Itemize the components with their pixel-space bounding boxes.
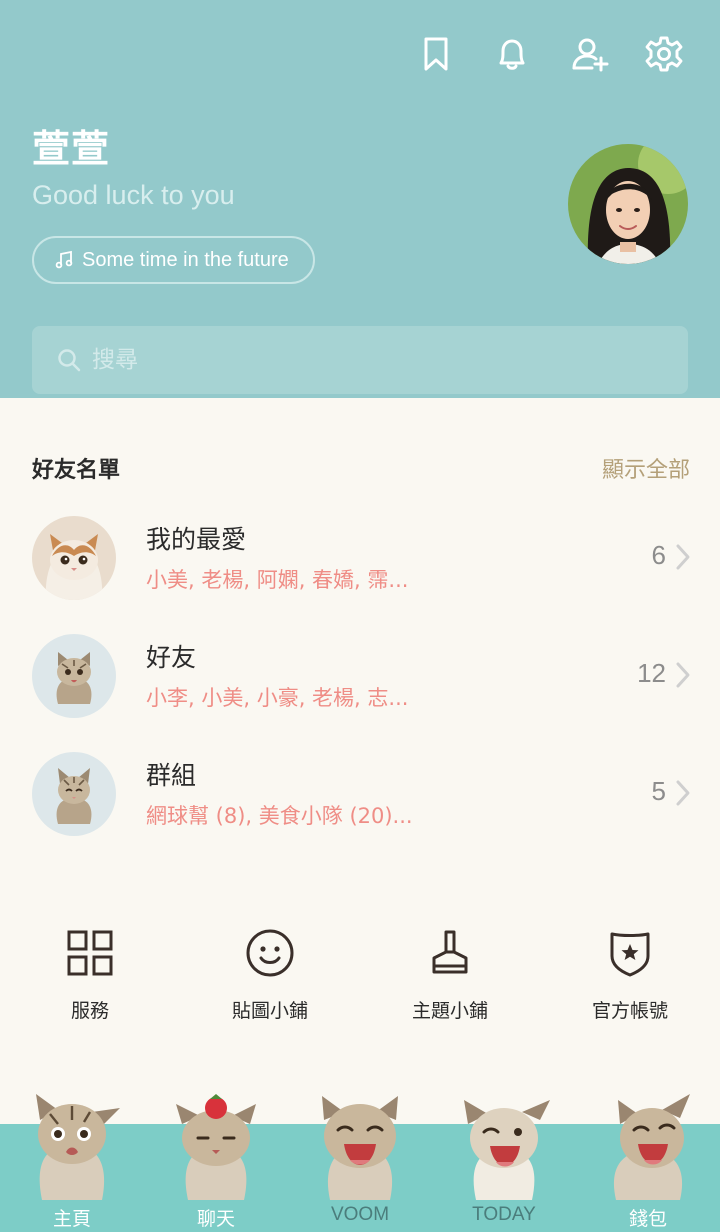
services-button[interactable]: 服務 [0,926,180,1023]
friend-group-friends[interactable]: 好友 小李, 小美, 小豪, 老楊, 志... 12 [0,634,720,734]
friend-group-members: 小美, 老楊, 阿嫻, 春嬌, 霈... [146,568,409,592]
chevron-right-icon [676,662,690,688]
grid-icon [67,930,113,976]
brush-icon [432,930,468,974]
tab-chats[interactable]: 聊天 [144,1090,288,1232]
friend-group-name: 我的最愛 [146,525,247,554]
tab-label: 聊天 [196,1209,235,1230]
profile-music-button[interactable]: Some time in the future [32,236,315,284]
friend-group-count: 12 [637,658,666,688]
friend-group-members: 小李, 小美, 小豪, 老楊, 志... [146,686,409,710]
cat-wallet-icon [613,1094,690,1200]
friend-group-name: 群組 [146,761,197,790]
tab-label: VOOM [330,1204,390,1225]
friend-group-count: 5 [651,776,666,806]
cat-today-icon [464,1100,550,1200]
cat-voom-icon [322,1096,398,1200]
sticker-shop-button[interactable]: 貼圖小鋪 [180,926,360,1023]
service-label: 服務 [70,1000,109,1022]
add-friend-icon[interactable] [566,30,614,78]
chevron-right-icon [676,544,690,570]
status-message[interactable]: Good luck to you [32,180,235,211]
cat-home-icon [36,1094,120,1200]
service-label: 主題小鋪 [411,1000,488,1022]
service-label: 貼圖小鋪 [231,1000,308,1022]
friend-group-name: 好友 [146,643,197,672]
friend-group-favorites[interactable]: 我的最愛 小美, 老楊, 阿嫻, 春嬌, 霈... 6 [0,516,720,616]
favorites-avatar [32,516,116,600]
tab-today[interactable]: TODAY [432,1090,576,1232]
tab-label: 錢包 [628,1209,667,1230]
friend-list-title: 好友名單 [32,458,121,483]
chevron-right-icon [676,780,690,806]
friend-group-members: 網球幫 (8), 美食小隊 (20)... [146,804,413,828]
service-label: 官方帳號 [591,1000,668,1022]
theme-shop-button[interactable]: 主題小鋪 [360,926,540,1023]
search-bar[interactable] [32,326,688,394]
bookmark-icon[interactable] [412,30,460,78]
tab-label: TODAY [472,1204,536,1225]
search-icon [58,349,81,372]
tab-voom[interactable]: VOOM [288,1090,432,1232]
friends-avatar [32,634,116,718]
music-title: Some time in the future [82,248,289,271]
show-all-link[interactable]: 顯示全部 [602,452,690,484]
profile-name[interactable]: 萱萱 [32,118,110,173]
friend-group-groups[interactable]: 群組 網球幫 (8), 美食小隊 (20)... 5 [0,752,720,852]
cat-chats-icon [176,1094,256,1200]
groups-avatar [32,752,116,836]
tab-home[interactable]: 主頁 [0,1090,144,1232]
friend-group-count: 6 [651,540,666,570]
smiley-icon [246,929,294,977]
tab-label: 主頁 [52,1209,91,1230]
official-accounts-button[interactable]: 官方帳號 [540,926,720,1023]
tab-wallet[interactable]: 錢包 [576,1090,720,1232]
shield-star-icon [610,932,650,977]
profile-avatar[interactable] [568,144,688,264]
music-note-icon [55,250,73,269]
bell-icon[interactable] [488,30,536,78]
settings-icon[interactable] [640,30,688,78]
search-input[interactable] [92,347,652,373]
